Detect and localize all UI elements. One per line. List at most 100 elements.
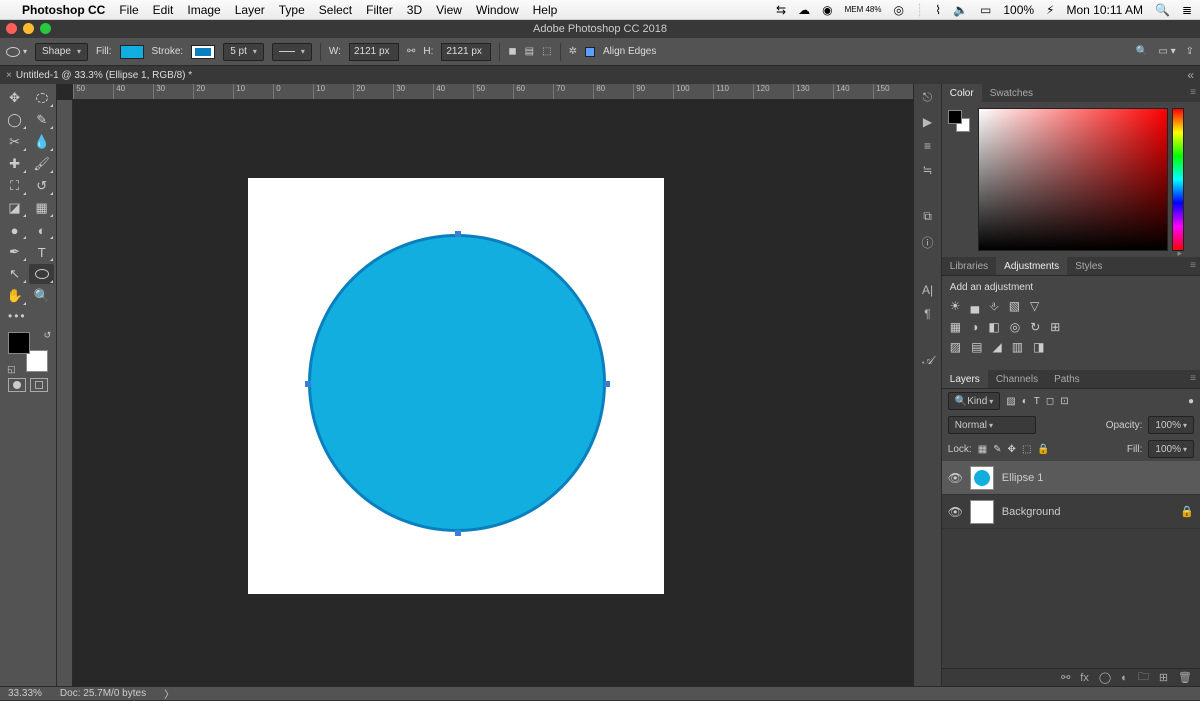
standard-mode-icon[interactable]	[8, 378, 26, 392]
delete-layer-icon[interactable]: 🗑	[1178, 671, 1192, 684]
menu-layer[interactable]: Layer	[235, 3, 265, 17]
layer-visibility-icon[interactable]: 👁	[948, 505, 962, 519]
path-operations-icon[interactable]: ◼︎	[508, 46, 516, 57]
blur-tool[interactable]: ●	[2, 220, 27, 240]
tab-styles[interactable]: Styles	[1067, 257, 1110, 275]
workspace-switcher-icon[interactable]: ▭ ▾	[1158, 46, 1175, 57]
close-tab-icon[interactable]: ×	[6, 70, 12, 81]
marquee-tool[interactable]	[29, 88, 54, 108]
document-tab[interactable]: Untitled-1 @ 33.3% (Ellipse 1, RGB/8) *	[16, 70, 192, 81]
invert-adj-icon[interactable]: ▨	[950, 340, 961, 354]
threshold-adj-icon[interactable]: ◢	[992, 340, 1001, 354]
colorlookup-adj-icon[interactable]: ⊞	[1050, 320, 1060, 334]
stroke-style-select[interactable]	[272, 43, 312, 61]
layer-thumbnail[interactable]	[970, 466, 994, 490]
eyedropper-tool[interactable]: 💧	[29, 132, 54, 152]
menu-view[interactable]: View	[436, 3, 462, 17]
layer-row[interactable]: 👁 Background 🔒	[942, 495, 1200, 529]
filter-shape-icon[interactable]: ◻︎	[1046, 396, 1054, 407]
menu-extras-icon[interactable]: ≣	[1182, 3, 1192, 17]
fill-input[interactable]: 100%	[1148, 440, 1194, 458]
layer-mask-icon[interactable]: ◯	[1099, 671, 1111, 684]
lock-transparency-icon[interactable]: ▦	[978, 444, 987, 455]
zoom-tool[interactable]: 🔍	[29, 286, 54, 306]
tool-mode-select[interactable]: Shape	[35, 43, 88, 61]
layer-row[interactable]: 👁 Ellipse 1	[942, 461, 1200, 495]
tab-color[interactable]: Color	[942, 84, 982, 102]
brush-panel-icon[interactable]: ≒	[922, 163, 932, 177]
new-group-icon[interactable]: 🗀	[1138, 668, 1149, 687]
clone-panel-icon[interactable]: ⧉	[923, 209, 932, 224]
menu-type[interactable]: Type	[279, 3, 305, 17]
photofilter-adj-icon[interactable]: ◎	[1010, 320, 1020, 334]
clock[interactable]: Mon 10:11 AM	[1066, 3, 1143, 17]
transform-handle-w[interactable]	[305, 381, 311, 387]
glyphs-panel-icon[interactable]: 𝒜	[922, 353, 933, 368]
filter-type-icon[interactable]: T	[1034, 396, 1040, 407]
sync-icon[interactable]: ⇆	[776, 3, 786, 17]
zoom-level[interactable]: 33.33%	[8, 688, 42, 699]
vertical-ruler[interactable]	[57, 100, 73, 686]
filter-toggle-icon[interactable]: ●	[1188, 396, 1194, 407]
fill-color-swatch[interactable]	[120, 45, 144, 59]
shape-tool-icon[interactable]: ▾	[6, 47, 27, 57]
lasso-tool[interactable]: ◯	[2, 110, 27, 130]
window-minimize-button[interactable]	[23, 23, 34, 34]
tab-channels[interactable]: Channels	[988, 370, 1046, 388]
history-brush-tool[interactable]: ↺	[29, 176, 54, 196]
properties-panel-icon[interactable]: ≡	[924, 139, 931, 153]
layer-filter-kind[interactable]: 🔍 Kind	[948, 392, 1000, 410]
colorbalance-adj-icon[interactable]: ◑	[971, 320, 978, 334]
transform-handle-e[interactable]	[604, 381, 610, 387]
menu-help[interactable]: Help	[533, 3, 558, 17]
brush-tool[interactable]: 🖌	[29, 154, 54, 174]
doc-size[interactable]: Doc: 25.7M/0 bytes	[60, 688, 146, 699]
info-panel-icon[interactable]: ⓘ	[922, 234, 934, 251]
actions-panel-icon[interactable]: ▶	[923, 115, 932, 129]
app-name[interactable]: Photoshop CC	[22, 3, 105, 17]
tab-swatches[interactable]: Swatches	[982, 84, 1041, 102]
blend-mode-select[interactable]: Normal	[948, 416, 1036, 434]
channelmixer-adj-icon[interactable]: ↻	[1030, 320, 1040, 334]
menu-3d[interactable]: 3D	[407, 3, 422, 17]
path-arrange-icon[interactable]: ⬚	[542, 46, 551, 57]
panel-menu-icon[interactable]: ≡	[1190, 87, 1196, 98]
quick-select-tool[interactable]: ✎	[29, 110, 54, 130]
opacity-input[interactable]: 100%	[1148, 416, 1194, 434]
lock-all-icon[interactable]: 🔒	[1037, 444, 1049, 455]
path-align-icon[interactable]: ▤	[525, 46, 534, 57]
lock-artboard-icon[interactable]: ⬚	[1022, 444, 1031, 455]
document-canvas[interactable]	[248, 178, 664, 594]
battery-icon[interactable]: ▭	[980, 3, 991, 17]
stroke-width-input[interactable]: 5 pt	[223, 43, 264, 61]
levels-adj-icon[interactable]: ▄	[971, 299, 980, 314]
menu-window[interactable]: Window	[476, 3, 519, 17]
gradientmap-adj-icon[interactable]: ▥	[1012, 340, 1023, 354]
filter-smart-icon[interactable]: ⊡	[1060, 396, 1068, 407]
transform-handle-n[interactable]	[455, 231, 461, 237]
panel-menu-icon[interactable]: ≡	[1190, 260, 1196, 271]
brightness-adj-icon[interactable]: ☀︎	[950, 299, 961, 314]
dodge-tool[interactable]: ◐	[29, 220, 54, 240]
cloud-icon[interactable]: ☁︎	[798, 3, 810, 17]
color-panel-fgbg[interactable]	[948, 110, 970, 132]
pen-tool[interactable]: ✒︎	[2, 242, 27, 262]
tab-paths[interactable]: Paths	[1046, 370, 1088, 388]
volume-icon[interactable]: 🔈	[953, 3, 968, 17]
stamp-tool[interactable]: ⛶	[2, 176, 27, 196]
crop-tool[interactable]: ✂︎	[2, 132, 27, 152]
filter-adjust-icon[interactable]: ◐	[1022, 396, 1028, 407]
posterize-adj-icon[interactable]: ▤	[971, 340, 982, 354]
foreground-color-swatch[interactable]	[8, 332, 30, 354]
curves-adj-icon[interactable]: ⎀	[989, 299, 999, 314]
exposure-adj-icon[interactable]: ▧	[1009, 299, 1020, 314]
path-select-tool[interactable]: ↖︎	[2, 264, 27, 284]
layer-fx-icon[interactable]: fx	[1080, 672, 1089, 684]
gradient-tool[interactable]: ▦	[29, 198, 54, 218]
tab-libraries[interactable]: Libraries	[942, 257, 996, 275]
menu-filter[interactable]: Filter	[366, 3, 393, 17]
foreground-background-colors[interactable]: ↺ ◱	[8, 332, 48, 372]
type-tool[interactable]: T	[29, 242, 54, 262]
menu-file[interactable]: File	[119, 3, 138, 17]
width-input[interactable]	[349, 43, 399, 61]
